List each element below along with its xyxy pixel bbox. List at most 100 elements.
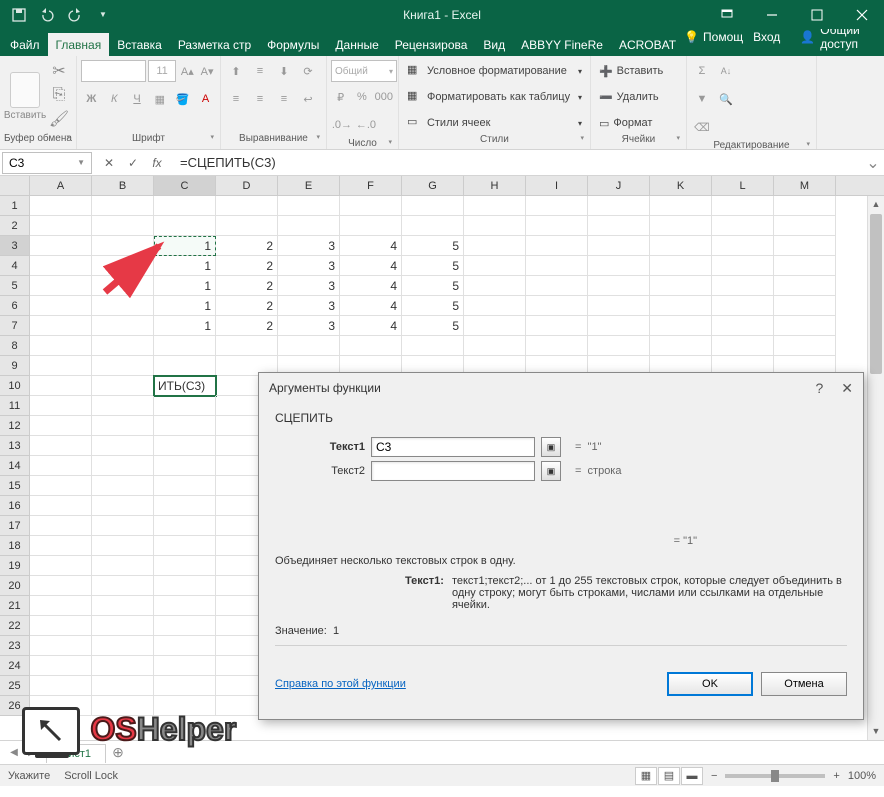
cell-M8[interactable]: [774, 336, 836, 356]
cell-I7[interactable]: [526, 316, 588, 336]
find-button[interactable]: 🔍: [715, 88, 737, 110]
format-painter-button[interactable]: 🖌: [48, 108, 70, 130]
cell-B10[interactable]: [92, 376, 154, 396]
cell-C17[interactable]: [154, 516, 216, 536]
row-header-1[interactable]: 1: [0, 196, 30, 216]
col-header-B[interactable]: B: [92, 176, 154, 195]
comma-button[interactable]: 000: [374, 86, 394, 108]
col-header-K[interactable]: K: [650, 176, 712, 195]
row-header-19[interactable]: 19: [0, 556, 30, 576]
cell-B8[interactable]: [92, 336, 154, 356]
align-left-button[interactable]: ≡: [225, 88, 247, 110]
cell-I4[interactable]: [526, 256, 588, 276]
cell-D6[interactable]: 2: [216, 296, 278, 316]
col-header-G[interactable]: G: [402, 176, 464, 195]
sheet-nav-next[interactable]: ▶: [24, 747, 40, 758]
range-select-button-1[interactable]: ▣: [541, 461, 561, 481]
cell-C16[interactable]: [154, 496, 216, 516]
cell-H4[interactable]: [464, 256, 526, 276]
cell-G3[interactable]: 5: [402, 236, 464, 256]
cell-D7[interactable]: 2: [216, 316, 278, 336]
cell-J8[interactable]: [588, 336, 650, 356]
cell-J6[interactable]: [588, 296, 650, 316]
cell-C2[interactable]: [154, 216, 216, 236]
cell-M3[interactable]: [774, 236, 836, 256]
cell-B14[interactable]: [92, 456, 154, 476]
cell-G4[interactable]: 5: [402, 256, 464, 276]
undo-icon[interactable]: [36, 4, 58, 26]
row-header-20[interactable]: 20: [0, 576, 30, 596]
tell-me-search[interactable]: 💡 Помощ: [684, 30, 743, 44]
cell-I2[interactable]: [526, 216, 588, 236]
name-box[interactable]: C3▼: [2, 152, 92, 174]
cell-B6[interactable]: [92, 296, 154, 316]
cell-C6[interactable]: 1: [154, 296, 216, 316]
row-header-25[interactable]: 25: [0, 676, 30, 696]
cell-F5[interactable]: 4: [340, 276, 402, 296]
percent-button[interactable]: %: [352, 86, 371, 108]
cell-H6[interactable]: [464, 296, 526, 316]
cell-K4[interactable]: [650, 256, 712, 276]
tab-insert[interactable]: Вставка: [109, 33, 170, 56]
cell-B3[interactable]: [92, 236, 154, 256]
cell-C20[interactable]: [154, 576, 216, 596]
cell-B25[interactable]: [92, 676, 154, 696]
copy-button[interactable]: ⎘: [48, 84, 70, 106]
col-header-L[interactable]: L: [712, 176, 774, 195]
fill-button[interactable]: ▼: [691, 88, 713, 110]
cell-I5[interactable]: [526, 276, 588, 296]
cell-E2[interactable]: [278, 216, 340, 236]
cell-E6[interactable]: 3: [278, 296, 340, 316]
cell-A9[interactable]: [30, 356, 92, 376]
cell-F8[interactable]: [340, 336, 402, 356]
cell-L4[interactable]: [712, 256, 774, 276]
row-header-13[interactable]: 13: [0, 436, 30, 456]
cell-A8[interactable]: [30, 336, 92, 356]
cell-D1[interactable]: [216, 196, 278, 216]
col-header-M[interactable]: M: [774, 176, 836, 195]
cell-C8[interactable]: [154, 336, 216, 356]
cell-B16[interactable]: [92, 496, 154, 516]
cell-J5[interactable]: [588, 276, 650, 296]
align-middle-button[interactable]: ≡: [249, 60, 271, 82]
cell-C1[interactable]: [154, 196, 216, 216]
number-format-dropdown[interactable]: Общий▾: [331, 60, 397, 82]
cell-E3[interactable]: 3: [278, 236, 340, 256]
col-header-D[interactable]: D: [216, 176, 278, 195]
cell-F7[interactable]: 4: [340, 316, 402, 336]
cell-C23[interactable]: [154, 636, 216, 656]
cell-B2[interactable]: [92, 216, 154, 236]
cell-H8[interactable]: [464, 336, 526, 356]
cell-B9[interactable]: [92, 356, 154, 376]
decrease-font-button[interactable]: A▾: [198, 60, 216, 82]
normal-view-button[interactable]: ▦: [635, 767, 657, 785]
formula-input[interactable]: =СЦЕПИТЬ(C3): [174, 152, 862, 174]
row-header-5[interactable]: 5: [0, 276, 30, 296]
cell-H2[interactable]: [464, 216, 526, 236]
fill-color-button[interactable]: 🪣: [172, 88, 193, 110]
cell-A3[interactable]: [30, 236, 92, 256]
cell-A6[interactable]: [30, 296, 92, 316]
row-header-24[interactable]: 24: [0, 656, 30, 676]
cell-F3[interactable]: 4: [340, 236, 402, 256]
cell-I6[interactable]: [526, 296, 588, 316]
cell-B21[interactable]: [92, 596, 154, 616]
row-header-15[interactable]: 15: [0, 476, 30, 496]
cell-C5[interactable]: 1: [154, 276, 216, 296]
cell-C4[interactable]: 1: [154, 256, 216, 276]
underline-button[interactable]: Ч: [127, 88, 148, 110]
cell-A16[interactable]: [30, 496, 92, 516]
arg-input-0[interactable]: [371, 437, 535, 457]
cell-D4[interactable]: 2: [216, 256, 278, 276]
save-icon[interactable]: [8, 4, 30, 26]
conditional-format-button[interactable]: ▦Условное форматирование▾: [403, 60, 586, 82]
align-top-button[interactable]: ⬆: [225, 60, 247, 82]
cut-button[interactable]: ✂: [48, 60, 70, 82]
cell-A24[interactable]: [30, 656, 92, 676]
sheet-nav-prev[interactable]: ◀: [6, 747, 22, 758]
page-break-view-button[interactable]: ▬: [681, 767, 703, 785]
increase-font-button[interactable]: A▴: [178, 60, 196, 82]
cell-K1[interactable]: [650, 196, 712, 216]
cell-J2[interactable]: [588, 216, 650, 236]
bold-button[interactable]: Ж: [81, 88, 102, 110]
